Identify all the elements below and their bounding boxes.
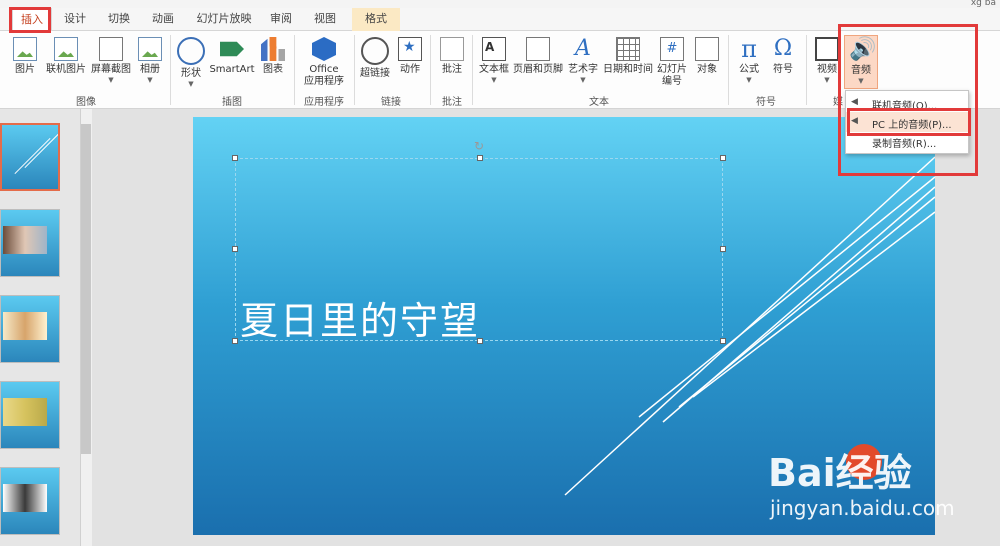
calendar-icon — [616, 37, 640, 61]
tab-view[interactable]: 视图 — [308, 8, 342, 30]
chevron-down-icon: ▼ — [147, 76, 153, 84]
tab-review[interactable]: 审阅 — [264, 8, 298, 30]
date-time-button[interactable]: 日期和时间 — [602, 35, 654, 76]
chevron-down-icon: ▼ — [108, 76, 114, 84]
smartart-icon — [220, 41, 244, 57]
group-label-links: 链接 — [381, 97, 401, 108]
film-icon — [815, 37, 839, 61]
resize-handle[interactable] — [232, 338, 238, 344]
slide-thumbnail-4[interactable] — [0, 381, 60, 449]
action-star-icon — [398, 37, 422, 61]
equation-button[interactable]: π 公式 ▼ — [734, 35, 764, 84]
comment-icon — [440, 37, 464, 61]
online-picture-button[interactable]: 联机图片 — [44, 35, 88, 76]
baidu-watermark: Bai经验 jingyan.baidu.com — [760, 438, 990, 546]
header-footer-button[interactable]: 页眉和页脚 — [512, 35, 564, 76]
highlight-pc-audio — [847, 108, 971, 136]
thumbnail-photo — [3, 398, 47, 426]
slide-title[interactable]: 夏日里的守望 — [240, 290, 480, 345]
comment-button[interactable]: 批注 — [436, 35, 468, 76]
chart-button[interactable]: 图表 — [258, 35, 288, 76]
smartart-button[interactable]: SmartArt — [208, 35, 256, 76]
slide-thumbnail-2[interactable] — [0, 209, 60, 277]
office-store-icon — [312, 37, 336, 61]
highlight-audio-area — [838, 24, 978, 176]
shapes-button[interactable]: 形状 ▼ — [176, 35, 206, 88]
resize-handle[interactable] — [720, 246, 726, 252]
omega-icon: Ω — [773, 36, 793, 61]
thumbnail-photo — [3, 312, 47, 340]
screenshot-icon — [99, 37, 123, 61]
hyperlink-globe-icon — [361, 37, 389, 65]
chevron-down-icon: ▼ — [580, 76, 586, 84]
slide-thumbnail-1[interactable] — [0, 123, 60, 191]
slide-number-button[interactable]: # 幻灯片 编号 — [656, 35, 688, 88]
office-apps-button[interactable]: Office 应用程序 — [298, 35, 350, 88]
slide-thumbnails-pane — [0, 109, 80, 546]
online-picture-icon — [54, 37, 78, 61]
photo-album-icon — [138, 37, 162, 61]
highlight-insert-tab — [9, 7, 51, 33]
wordart-icon: A — [575, 36, 591, 61]
tab-design[interactable]: 设计 — [58, 8, 92, 30]
chevron-down-icon: ▼ — [746, 76, 752, 84]
group-divider — [472, 35, 473, 105]
hyperlink-button[interactable]: 超链接 — [358, 35, 392, 80]
object-button[interactable]: 对象 — [692, 35, 722, 76]
tab-animations[interactable]: 动画 — [146, 8, 180, 30]
watermark-url: jingyan.baidu.com — [770, 496, 955, 520]
object-icon — [695, 37, 719, 61]
resize-handle[interactable] — [232, 246, 238, 252]
tab-transitions[interactable]: 切换 — [102, 8, 136, 30]
group-label-symbols: 符号 — [756, 97, 776, 108]
scrollbar-thumb[interactable] — [81, 124, 91, 454]
group-divider — [354, 35, 355, 105]
group-label-apps: 应用程序 — [304, 97, 344, 108]
decor-line — [24, 131, 58, 169]
group-label-images: 图像 — [76, 97, 96, 108]
chevron-down-icon: ▼ — [188, 80, 194, 88]
wordart-button[interactable]: A 艺术字 ▼ — [566, 35, 600, 85]
group-divider — [294, 35, 295, 105]
header-footer-icon — [526, 37, 550, 61]
slide-thumbnail-3[interactable] — [0, 295, 60, 363]
thumbnail-photo — [3, 226, 47, 254]
user-name: xg ba — [970, 0, 996, 8]
group-divider — [806, 35, 807, 105]
group-label-text: 文本 — [589, 97, 609, 108]
resize-handle[interactable] — [232, 155, 238, 161]
action-button[interactable]: 动作 — [396, 35, 424, 76]
slide-thumbnail-5[interactable] — [0, 467, 60, 535]
picture-button[interactable]: 图片 — [8, 35, 42, 76]
watermark-logo: Bai经验 — [768, 451, 912, 495]
group-divider — [170, 35, 171, 105]
textbox-icon — [482, 37, 506, 61]
screenshot-button[interactable]: 屏幕截图 ▼ — [90, 35, 132, 84]
textbox-button[interactable]: 文本框 ▼ — [476, 35, 512, 84]
shapes-icon — [177, 37, 205, 65]
group-label-illustrations: 插图 — [222, 97, 242, 108]
photo-album-button[interactable]: 相册 ▼ — [136, 35, 164, 84]
group-divider — [728, 35, 729, 105]
decor-line — [14, 137, 51, 175]
rotate-handle-icon[interactable]: ↻ — [474, 139, 484, 153]
slide-number-icon: # — [660, 37, 684, 61]
resize-handle[interactable] — [720, 155, 726, 161]
pi-icon: π — [741, 35, 757, 63]
resize-handle[interactable] — [477, 155, 483, 161]
tab-slideshow[interactable]: 幻灯片放映 — [192, 8, 256, 30]
chevron-down-icon: ▼ — [491, 76, 497, 84]
resize-handle[interactable] — [720, 338, 726, 344]
title-bar: xg ba — [0, 0, 1000, 8]
picture-icon — [13, 37, 37, 61]
thumbnail-photo — [3, 484, 47, 512]
chart-icon — [261, 37, 285, 61]
group-label-comments: 批注 — [442, 97, 462, 108]
symbol-button[interactable]: Ω 符号 — [768, 35, 798, 76]
tab-format[interactable]: 格式 — [356, 8, 396, 30]
group-divider — [430, 35, 431, 105]
